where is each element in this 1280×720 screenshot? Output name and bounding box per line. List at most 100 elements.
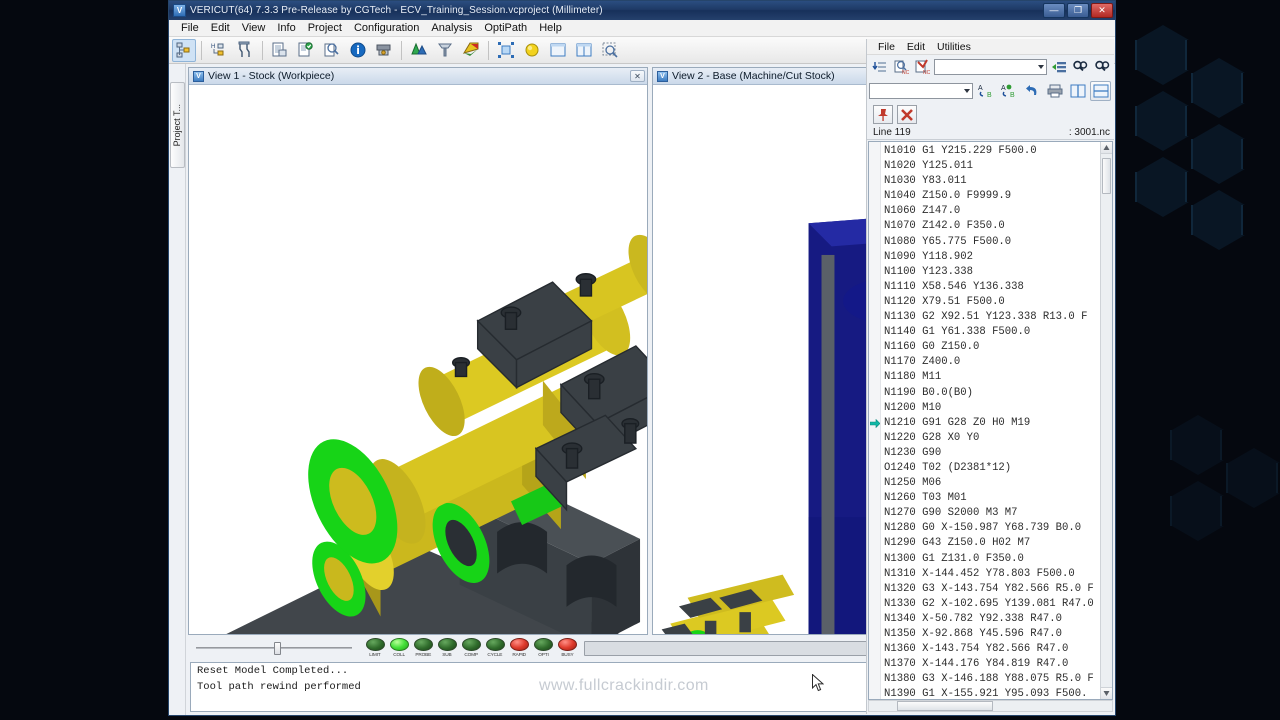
nc-check-icon[interactable]: NC bbox=[913, 57, 933, 77]
menu-item-help[interactable]: Help bbox=[533, 21, 568, 35]
project-tree-tab[interactable]: Project T... bbox=[170, 82, 185, 168]
nc-code-line[interactable]: N1170 Z400.0 bbox=[881, 355, 1100, 370]
menu-item-project[interactable]: Project bbox=[302, 21, 348, 35]
replace-icon[interactable]: A B bbox=[975, 81, 996, 101]
nc-code-line[interactable]: N1260 T03 M01 bbox=[881, 491, 1100, 506]
info-icon[interactable] bbox=[346, 39, 370, 62]
nc-code-line[interactable]: N1030 Y83.011 bbox=[881, 174, 1100, 189]
nc-program-review-icon[interactable] bbox=[320, 39, 344, 62]
menu-item-file[interactable]: File bbox=[175, 21, 205, 35]
nc-code-line[interactable]: N1090 Y118.902 bbox=[881, 250, 1100, 265]
nc-code-line[interactable]: N1360 X-143.754 Y82.566 R47.0 bbox=[881, 642, 1100, 657]
nc-code-line[interactable]: N1280 G0 X-150.987 Y68.739 B0.0 bbox=[881, 521, 1100, 536]
nc-code-line[interactable]: N1020 Y125.011 bbox=[881, 159, 1100, 174]
menu-item-info[interactable]: Info bbox=[271, 21, 301, 35]
nc-code-line[interactable]: O1240 T02 (D2381*12) bbox=[881, 461, 1100, 476]
nc-code-line[interactable]: N1220 G28 X0 Y0 bbox=[881, 431, 1100, 446]
nc-code-line[interactable]: N1230 G90 bbox=[881, 446, 1100, 461]
autofit-icon[interactable] bbox=[494, 39, 518, 62]
menu-item-analysis[interactable]: Analysis bbox=[425, 21, 478, 35]
color-icon[interactable] bbox=[459, 39, 483, 62]
nc-code-line[interactable]: N1120 X79.51 F500.0 bbox=[881, 295, 1100, 310]
find-icon[interactable] bbox=[1071, 57, 1091, 77]
goto-line-icon[interactable] bbox=[1049, 57, 1069, 77]
scroll-up-button[interactable] bbox=[1101, 142, 1112, 154]
minimize-button[interactable]: — bbox=[1043, 3, 1065, 18]
menu-item-edit[interactable]: Edit bbox=[205, 21, 236, 35]
maximize-button[interactable]: ❐ bbox=[1067, 3, 1089, 18]
nc-code-line[interactable]: N1270 G90 S2000 M3 M7 bbox=[881, 506, 1100, 521]
nc-code-line[interactable]: N1040 Z150.0 F9999.9 bbox=[881, 189, 1100, 204]
nc-code-line[interactable]: N1130 G2 X92.51 Y123.338 R13.0 F bbox=[881, 310, 1100, 325]
nc-code-line[interactable]: N1100 Y123.338 bbox=[881, 265, 1100, 280]
nc-code-line[interactable]: N1390 G1 X-155.921 Y95.093 F500. bbox=[881, 687, 1100, 699]
nc-code-line[interactable]: N1310 X-144.452 Y78.803 F500.0 bbox=[881, 567, 1100, 582]
nc-code-lines[interactable]: N1010 G1 Y215.229 F500.0N1020 Y125.011N1… bbox=[881, 142, 1100, 699]
nc-code-line[interactable]: N1180 M11 bbox=[881, 370, 1100, 385]
close-button[interactable]: ✕ bbox=[1091, 3, 1113, 18]
nc-code-listing[interactable]: N1010 G1 Y215.229 F500.0N1020 Y125.011N1… bbox=[868, 141, 1113, 700]
nc-code-line[interactable]: N1010 G1 Y215.229 F500.0 bbox=[881, 144, 1100, 159]
nc-code-line[interactable]: N1070 Z142.0 F350.0 bbox=[881, 219, 1100, 234]
view-1-canvas[interactable] bbox=[189, 85, 647, 634]
nc-code-line[interactable]: N1320 G3 X-143.754 Y82.566 R5.0 F bbox=[881, 582, 1100, 597]
nc-program-icon[interactable] bbox=[268, 39, 292, 62]
zoom-window-icon[interactable] bbox=[598, 39, 622, 62]
tooling-icon[interactable] bbox=[233, 39, 257, 62]
nc-program-check-icon[interactable] bbox=[294, 39, 318, 62]
nc-menu-edit[interactable]: Edit bbox=[902, 41, 930, 53]
split-horizontal-icon[interactable] bbox=[1090, 81, 1111, 101]
nc-search-combo[interactable] bbox=[869, 83, 973, 99]
split-vertical-icon[interactable] bbox=[1067, 81, 1088, 101]
pin-icon[interactable] bbox=[873, 105, 893, 124]
menu-item-configuration[interactable]: Configuration bbox=[348, 21, 425, 35]
light-icon[interactable] bbox=[520, 39, 544, 62]
view-1-title-bar[interactable]: V View 1 - Stock (Workpiece) ✕ bbox=[189, 68, 647, 85]
project-tree-icon[interactable] bbox=[172, 39, 196, 62]
replace-all-icon[interactable]: A B bbox=[998, 81, 1019, 101]
nc-code-line[interactable]: N1370 X-144.176 Y84.819 R47.0 bbox=[881, 657, 1100, 672]
nc-code-line[interactable]: N1160 G0 Z150.0 bbox=[881, 340, 1100, 355]
menu-item-view[interactable]: View bbox=[236, 21, 272, 35]
nc-code-line[interactable]: N1300 G1 Z131.0 F350.0 bbox=[881, 552, 1100, 567]
single-view-icon[interactable] bbox=[546, 39, 570, 62]
nc-code-line[interactable]: N1380 G3 X-146.188 Y88.075 R5.0 F bbox=[881, 672, 1100, 687]
tool-manager-icon[interactable] bbox=[433, 39, 457, 62]
close-icon[interactable] bbox=[897, 105, 917, 124]
nc-code-line[interactable]: N1200 M10 bbox=[881, 401, 1100, 416]
nc-code-line[interactable]: N1110 X58.546 Y136.338 bbox=[881, 280, 1100, 295]
nc-file-combo[interactable] bbox=[934, 59, 1046, 75]
nc-code-line[interactable]: N1250 M06 bbox=[881, 476, 1100, 491]
print-icon[interactable] bbox=[1044, 81, 1065, 101]
dual-view-icon[interactable] bbox=[572, 39, 596, 62]
nc-code-line[interactable]: N1140 G1 Y61.338 F500.0 bbox=[881, 325, 1100, 340]
configuration-icon[interactable]: H bbox=[207, 39, 231, 62]
nc-menu-utilities[interactable]: Utilities bbox=[932, 41, 976, 53]
nc-scroll-thumb[interactable] bbox=[1102, 158, 1111, 194]
nc-vertical-scrollbar[interactable] bbox=[1100, 142, 1112, 699]
nc-code-line[interactable]: N1080 Y65.775 F500.0 bbox=[881, 235, 1100, 250]
nc-hscroll-thumb[interactable] bbox=[897, 701, 993, 711]
nc-code-line[interactable]: N1290 G43 Z150.0 H02 M7 bbox=[881, 536, 1100, 551]
title-bar[interactable]: V VERICUT(64) 7.3.3 Pre-Release by CGTec… bbox=[169, 1, 1115, 20]
nc-horizontal-scrollbar[interactable] bbox=[868, 700, 1113, 712]
nc-code-line[interactable]: N1210 G91 G28 Z0 H0 M19 bbox=[881, 416, 1100, 431]
scroll-down-button[interactable] bbox=[1101, 687, 1112, 699]
nc-menu-file[interactable]: File bbox=[873, 41, 900, 53]
find-next-icon[interactable] bbox=[1092, 57, 1112, 77]
nc-list-icon[interactable] bbox=[869, 57, 889, 77]
speed-slider[interactable] bbox=[190, 640, 358, 656]
nc-code-line[interactable]: N1340 X-50.782 Y92.338 R47.0 bbox=[881, 612, 1100, 627]
speed-slider-thumb[interactable] bbox=[274, 642, 281, 655]
machine-icon[interactable] bbox=[372, 39, 396, 62]
undo-icon[interactable] bbox=[1021, 81, 1042, 101]
view-1-close-button[interactable]: ✕ bbox=[630, 70, 645, 82]
nc-code-line[interactable]: N1190 B0.0(B0) bbox=[881, 386, 1100, 401]
nc-code-line[interactable]: N1350 X-92.868 Y45.596 R47.0 bbox=[881, 627, 1100, 642]
menu-item-optipath[interactable]: OptiPath bbox=[478, 21, 533, 35]
nc-scroll-track[interactable] bbox=[1101, 154, 1112, 687]
nc-code-line[interactable]: N1060 Z147.0 bbox=[881, 204, 1100, 219]
model-import-icon[interactable] bbox=[407, 39, 431, 62]
nc-search-file-icon[interactable]: NC bbox=[891, 57, 911, 77]
nc-code-line[interactable]: N1330 G2 X-102.695 Y139.081 R47.0 bbox=[881, 597, 1100, 612]
